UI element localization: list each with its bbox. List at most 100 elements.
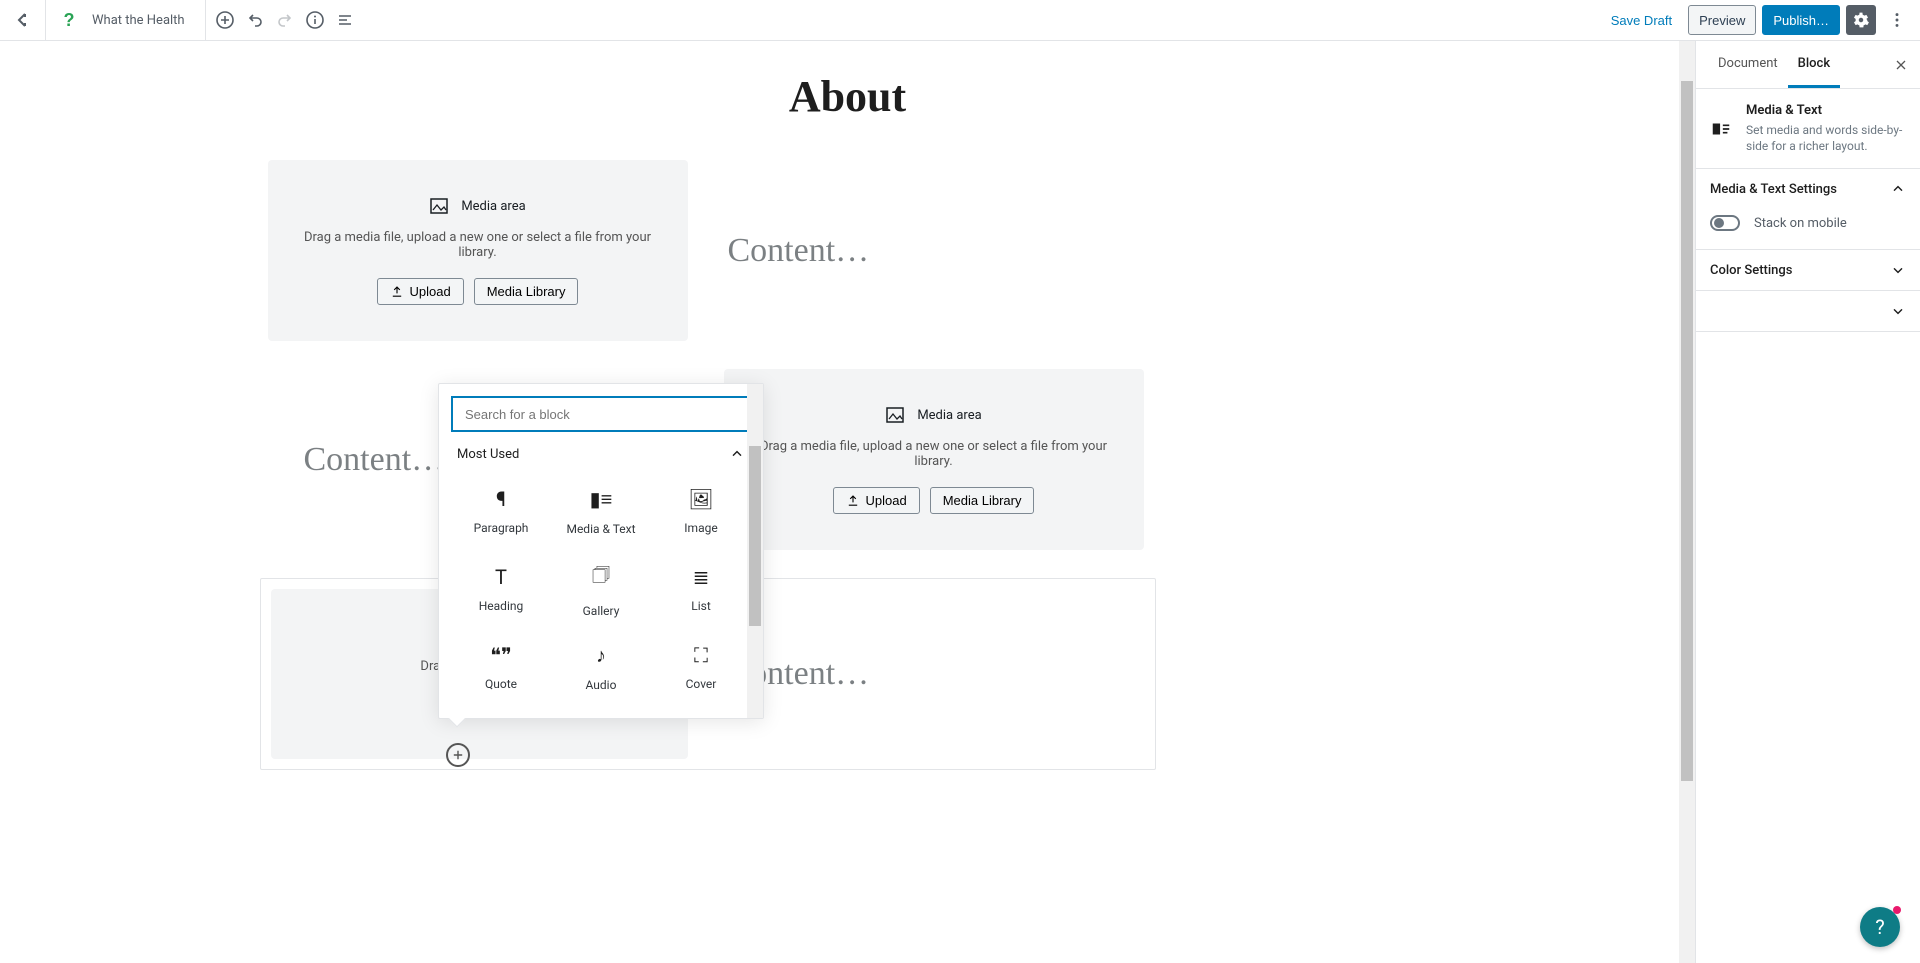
panel-color-settings: Color Settings: [1696, 250, 1920, 291]
more-menu-button[interactable]: [1882, 5, 1912, 35]
settings-sidebar: Document Block Media & Text Set media an…: [1695, 41, 1920, 963]
block-icon: ¶: [496, 487, 506, 511]
block-type-list[interactable]: ≣ List: [651, 550, 751, 628]
block-icon: 🖼: [688, 487, 713, 511]
block-label: Gallery: [583, 604, 620, 618]
gear-icon: [1852, 11, 1870, 29]
media-area-title: Media area: [917, 408, 981, 423]
redo-button[interactable]: [270, 0, 300, 40]
block-inserter-popover: Most Used ¶ Paragraph ▮≡Media & Text 🖼 Image…: [438, 383, 764, 719]
block-type-cover[interactable]: ⛶ Cover: [651, 628, 751, 706]
media-library-button[interactable]: Media Library: [930, 487, 1035, 514]
upload-icon: [846, 494, 860, 508]
sidebar-tabs: Document Block: [1696, 41, 1920, 89]
media-area-title: Media area: [461, 199, 525, 214]
block-icon: ≣: [693, 565, 710, 589]
save-draft-button[interactable]: Save Draft: [1601, 13, 1682, 28]
block-label: Quote: [485, 677, 517, 691]
stack-on-mobile-toggle[interactable]: Stack on mobile: [1710, 215, 1906, 231]
back-icon: [13, 10, 33, 30]
inserter-scrollbar[interactable]: [747, 384, 763, 718]
upload-button[interactable]: Upload: [377, 278, 464, 305]
block-type-paragraph[interactable]: ¶ Paragraph: [451, 472, 551, 550]
block-label: Heading: [479, 599, 524, 613]
category-title: Most Used: [457, 447, 519, 462]
media-library-button[interactable]: Media Library: [474, 278, 579, 305]
block-icon: T: [495, 565, 507, 589]
info-button[interactable]: [300, 0, 330, 40]
block-type-heading[interactable]: T Heading: [451, 550, 551, 628]
help-icon: ?: [1875, 915, 1884, 939]
site-name: What the Health: [92, 13, 205, 28]
block-description: Set media and words side-by-side for a r…: [1746, 122, 1906, 154]
close-sidebar-button[interactable]: [1886, 50, 1916, 80]
outline-icon: [335, 10, 355, 30]
block-search-input[interactable]: [451, 396, 751, 432]
media-text-block-icon: [1710, 103, 1732, 154]
block-icon: ♪: [596, 643, 606, 668]
block-icon: 🗇: [592, 560, 611, 594]
content-placeholder[interactable]: Content…: [688, 160, 1148, 341]
toolbar-left: ? What the Health: [0, 0, 360, 40]
chevron-down-icon: [1890, 262, 1906, 278]
media-area-hint: Drag a media file, upload a new one or s…: [744, 439, 1124, 469]
block-type-audio[interactable]: ♪ Audio: [551, 628, 651, 706]
toolbar-right: Save Draft Preview Publish…: [1601, 0, 1920, 40]
site-logo-icon: ?: [59, 10, 79, 30]
upload-button[interactable]: Upload: [833, 487, 920, 514]
site-icon-button[interactable]: ?: [46, 0, 92, 40]
undo-icon: [245, 10, 265, 30]
back-button[interactable]: [0, 0, 46, 40]
block-grid: ¶ Paragraph ▮≡Media & Text 🖼 Image T Heading 🗇 G…: [451, 472, 751, 706]
block-type-gallery[interactable]: 🗇 Gallery: [551, 550, 651, 628]
media-text-block[interactable]: Media area Drag a media file, upload a n…: [268, 160, 1148, 341]
block-type-image[interactable]: 🖼 Image: [651, 472, 751, 550]
chevron-down-icon: [1890, 303, 1906, 319]
block-label: Paragraph: [474, 521, 529, 535]
more-vertical-icon: [1888, 11, 1906, 29]
chevron-up-icon: [729, 446, 745, 462]
top-toolbar: ? What the Health: [0, 0, 1920, 41]
add-block-button[interactable]: [210, 0, 240, 40]
tab-document[interactable]: Document: [1708, 41, 1788, 88]
publish-button[interactable]: Publish…: [1762, 5, 1840, 35]
outline-button[interactable]: [330, 0, 360, 40]
block-info: Media & Text Set media and words side-by…: [1696, 89, 1920, 169]
toggle-sidebar-button[interactable]: [1846, 5, 1876, 35]
preview-button[interactable]: Preview: [1688, 5, 1756, 35]
media-area-hint: Drag a media file, upload a new one or s…: [288, 230, 668, 260]
media-area[interactable]: Media area Drag a media file, upload a n…: [268, 160, 688, 341]
chevron-up-icon: [1890, 181, 1906, 197]
block-label: List: [691, 599, 711, 613]
media-area-icon: [885, 405, 905, 425]
block-type-quote[interactable]: ❝❞ Quote: [451, 628, 551, 706]
panel-color-header[interactable]: Color Settings: [1696, 250, 1920, 290]
add-block-inline-button[interactable]: [446, 743, 470, 767]
editor-canvas[interactable]: About Media area Drag a media file, uplo…: [0, 41, 1695, 963]
block-icon: ❝❞: [490, 643, 512, 667]
tab-block[interactable]: Block: [1788, 41, 1840, 88]
block-type-media-text[interactable]: ▮≡Media & Text: [551, 472, 651, 550]
page-title[interactable]: About: [268, 71, 1428, 122]
canvas-scrollbar[interactable]: [1679, 41, 1695, 963]
media-area[interactable]: Media area Drag a media file, upload a n…: [724, 369, 1144, 550]
toggle-switch[interactable]: [1710, 215, 1740, 231]
block-label: Image: [684, 521, 717, 535]
block-name: Media & Text: [1746, 103, 1906, 118]
panel-media-text-header[interactable]: Media & Text Settings: [1696, 169, 1920, 209]
block-label: Cover: [686, 677, 717, 691]
block-icon: ▮≡: [590, 487, 613, 512]
redo-icon: [275, 10, 295, 30]
plus-icon: [451, 748, 465, 762]
media-area-icon: [429, 196, 449, 216]
block-icon: ⛶: [694, 643, 708, 667]
help-button[interactable]: ?: [1860, 907, 1900, 947]
undo-button[interactable]: [240, 0, 270, 40]
inserter-category-header[interactable]: Most Used: [451, 432, 751, 472]
info-icon: [305, 10, 325, 30]
panel-media-text-settings: Media & Text Settings Stack on mobile: [1696, 169, 1920, 250]
block-label: Audio: [586, 678, 617, 692]
upload-icon: [390, 285, 404, 299]
panel-advanced: [1696, 291, 1920, 332]
panel-advanced-header[interactable]: [1696, 291, 1920, 331]
